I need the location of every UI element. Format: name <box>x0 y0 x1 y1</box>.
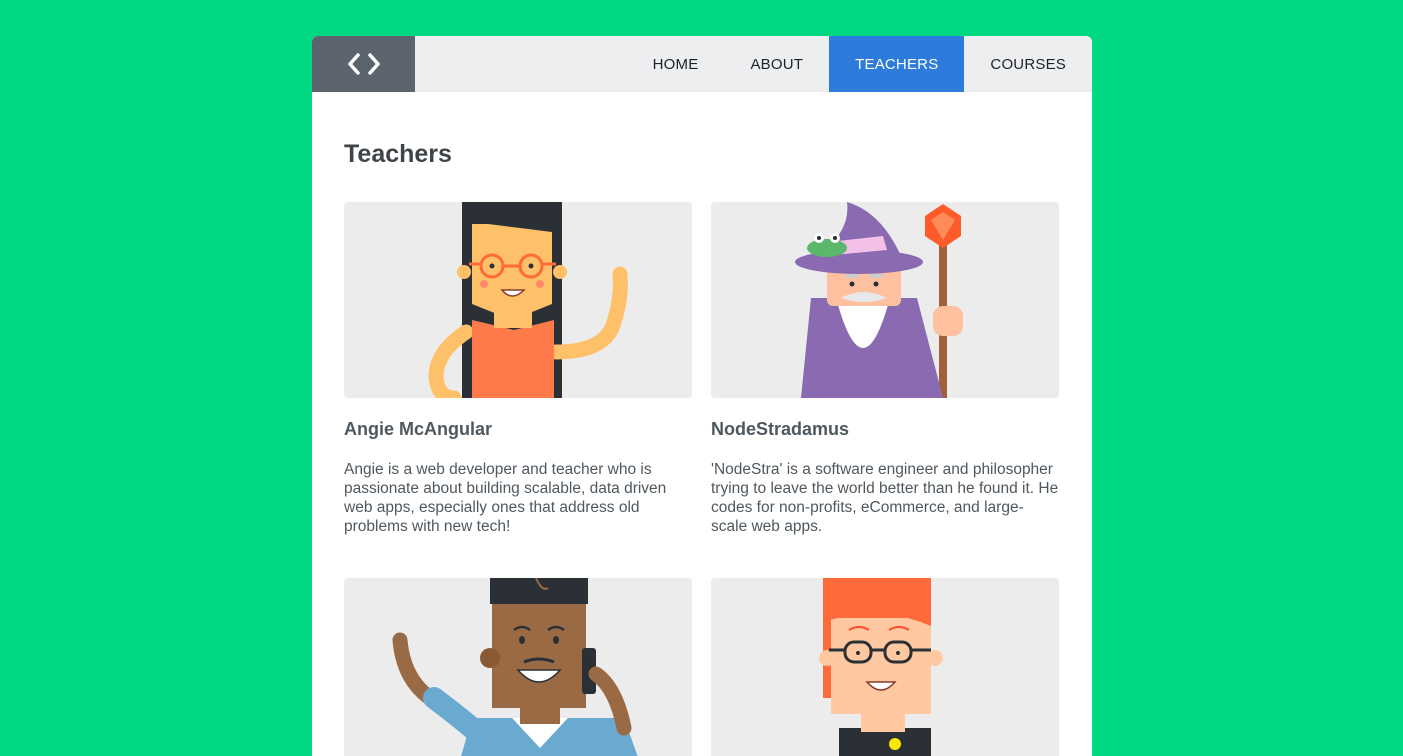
teacher-bio: Angie is a web developer and teacher who… <box>344 461 667 535</box>
nav-home-link[interactable]: HOME <box>627 36 725 92</box>
nav-courses-link[interactable]: COURSES <box>964 36 1092 92</box>
navbar: HOME ABOUT TEACHERS COURSES <box>312 36 1092 92</box>
man-on-phone-illustration <box>344 578 692 756</box>
teacher-card: Angie McAngular Angie is a web developer… <box>344 202 692 536</box>
teacher-name: Angie McAngular <box>344 419 493 439</box>
nav-links: HOME ABOUT TEACHERS COURSES <box>627 36 1092 92</box>
teacher-bio: 'NodeStra' is a software engineer and ph… <box>711 461 1059 535</box>
wizard-illustration <box>711 202 1059 398</box>
teacher-card: NodeStradamus 'NodeStra' is a software e… <box>711 202 1059 536</box>
angie-illustration <box>344 202 692 398</box>
logo-link[interactable] <box>312 36 415 92</box>
teacher-card <box>344 578 692 756</box>
page-title: Teachers <box>344 140 452 168</box>
main-container: HOME ABOUT TEACHERS COURSES Teachers Ang… <box>312 36 1092 756</box>
code-brackets-icon <box>347 53 380 75</box>
nav-about-link[interactable]: ABOUT <box>724 36 829 92</box>
red-hair-glasses-illustration <box>711 578 1059 756</box>
nav-teachers-link[interactable]: TEACHERS <box>829 36 965 92</box>
teacher-name: NodeStradamus <box>711 419 850 439</box>
teacher-card <box>711 578 1059 756</box>
